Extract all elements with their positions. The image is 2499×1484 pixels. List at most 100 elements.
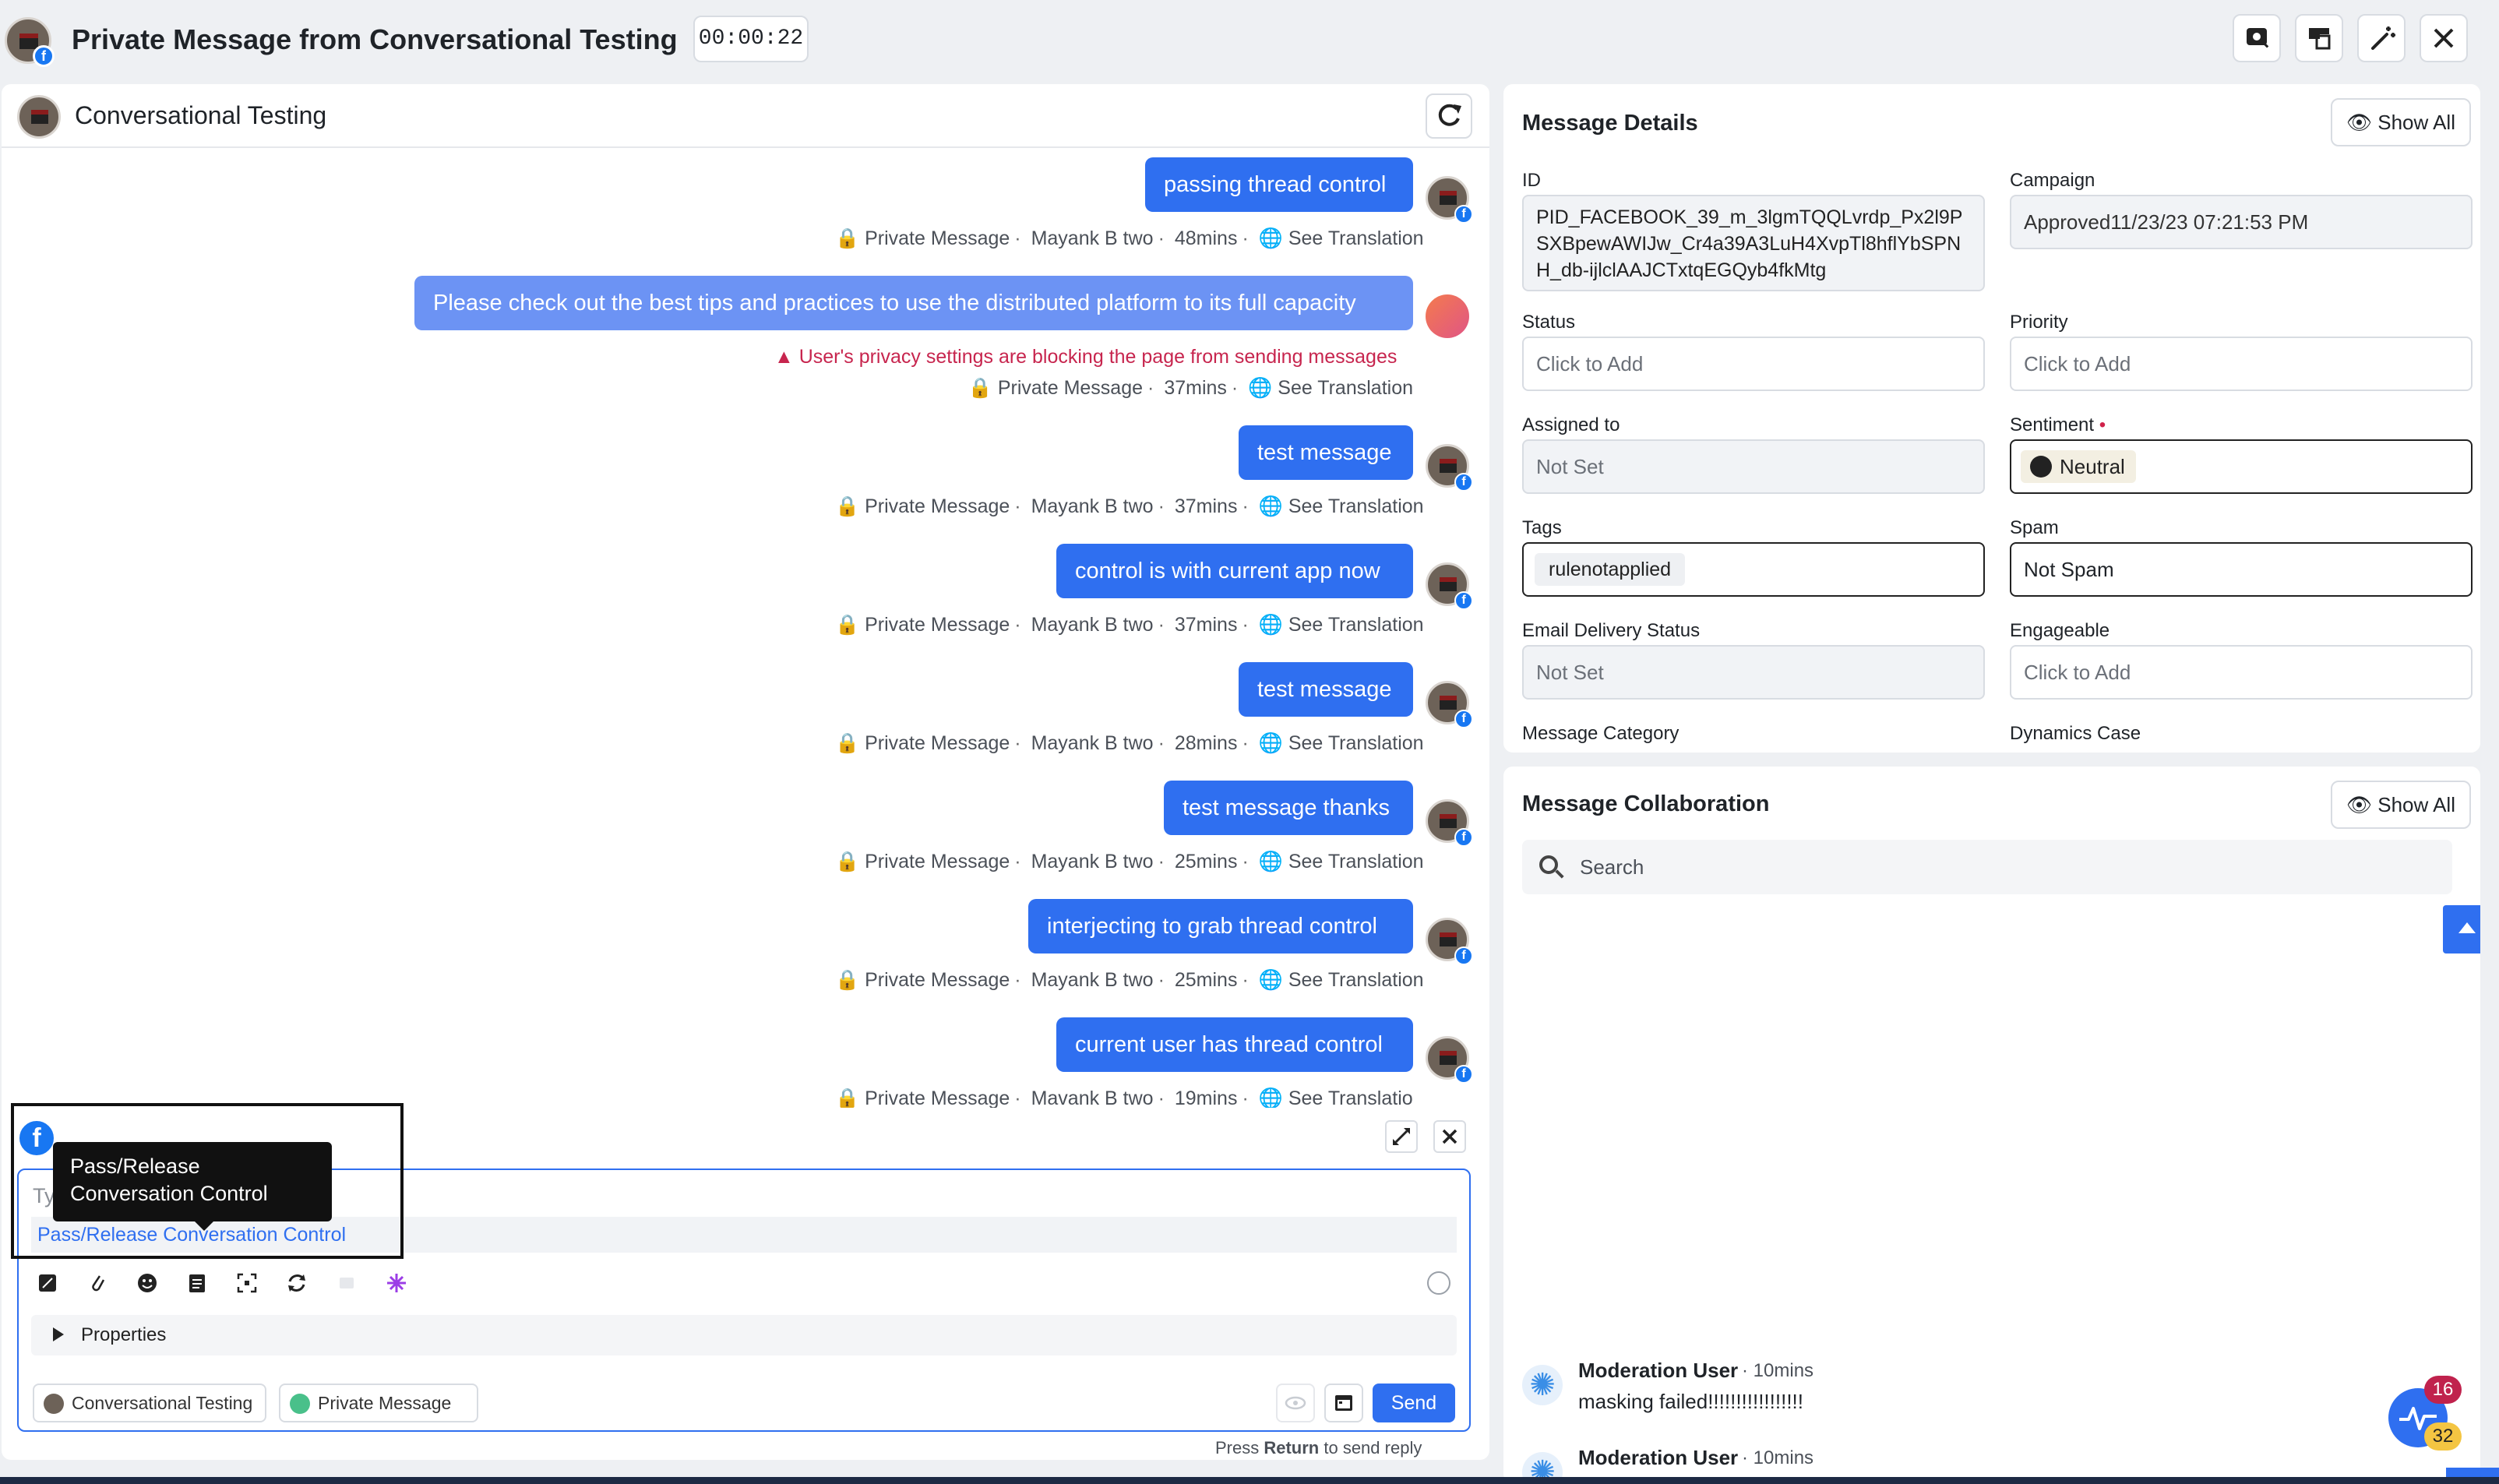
search-icon bbox=[1539, 855, 1558, 874]
see-translation-link[interactable]: See Translation bbox=[1278, 377, 1413, 399]
calendar-icon bbox=[1335, 1395, 1352, 1411]
globe-icon: 🌐 bbox=[1258, 851, 1283, 872]
message-meta: 🔒 Private Message · Mavank B two · 19mins ·… bbox=[835, 1087, 1413, 1108]
eye-icon bbox=[1285, 1396, 1306, 1410]
conversation-header: Conversational Testing bbox=[2, 84, 1489, 148]
lock-icon bbox=[290, 1394, 310, 1414]
send-button[interactable]: Send bbox=[1373, 1384, 1455, 1422]
eye-icon: 👁 bbox=[2346, 793, 2373, 816]
priority-label: Priority bbox=[2010, 312, 2068, 333]
moderation-user-avatar bbox=[1522, 1365, 1563, 1405]
see-translation-link[interactable]: See Translation bbox=[1288, 1087, 1413, 1108]
message-meta: 🔒 Private Message · Mayank B two · 28mins ·… bbox=[835, 732, 1424, 754]
magic-wand-button[interactable] bbox=[2357, 14, 2406, 62]
scroll-up-button[interactable] bbox=[2443, 905, 2480, 953]
close-window-button[interactable] bbox=[2420, 14, 2468, 62]
message-id-value: PID_FACEBOOK_39_m_3lgmTQQLvrdp_Px2l9PSXB… bbox=[1522, 195, 1985, 291]
refresh-icon bbox=[1438, 104, 1461, 126]
ai-sparkle-icon[interactable] bbox=[383, 1270, 410, 1296]
status-label: Status bbox=[1522, 312, 1576, 333]
reply-assist-button[interactable] bbox=[2233, 14, 2281, 62]
schedule-button[interactable] bbox=[1324, 1384, 1363, 1422]
message-category-label: Message Category bbox=[1522, 723, 1680, 744]
sender-avatar: f bbox=[1426, 176, 1473, 224]
collaboration-show-all-button[interactable]: 👁 Show All bbox=[2331, 781, 2471, 829]
message-bubble[interactable]: control is with current app now bbox=[1056, 544, 1413, 598]
paperclip-icon[interactable] bbox=[84, 1270, 111, 1296]
facebook-icon: f bbox=[1454, 473, 1473, 492]
character-count-ring bbox=[1427, 1271, 1450, 1295]
sentiment-field[interactable]: Neutral bbox=[2010, 439, 2473, 494]
split-view-icon bbox=[2309, 28, 2331, 50]
message-collaboration-panel: Message Collaboration 👁 Show All Search … bbox=[1503, 767, 2480, 1483]
see-translation-link[interactable]: See Translation bbox=[1288, 732, 1424, 754]
sender-avatar: f bbox=[1426, 918, 1473, 965]
lock-icon: 🔒 bbox=[835, 851, 860, 872]
message-bubble[interactable]: passing thread control bbox=[1145, 157, 1413, 212]
account-chip[interactable]: Conversational Testing bbox=[33, 1384, 266, 1422]
collaboration-title: Message Collaboration bbox=[1522, 791, 1770, 816]
lock-icon: 🔒 bbox=[835, 227, 860, 249]
expand-icon bbox=[1393, 1128, 1410, 1145]
message-type-chip[interactable]: Private Message bbox=[279, 1384, 478, 1422]
campaign-field[interactable]: Approved11/23/23 07:21:53 PM bbox=[2010, 195, 2473, 249]
split-view-button[interactable] bbox=[2295, 14, 2343, 62]
sender-avatar: f bbox=[1426, 444, 1473, 492]
email-delivery-label: Email Delivery Status bbox=[1522, 620, 1701, 641]
preview-button[interactable] bbox=[1276, 1384, 1315, 1422]
tags-field[interactable]: rulenotapplied bbox=[1522, 542, 1985, 597]
sender-avatar: f bbox=[1426, 1036, 1473, 1084]
tags-label: Tags bbox=[1522, 517, 1562, 538]
see-translation-link[interactable]: See Translation bbox=[1288, 614, 1424, 636]
assigned-field[interactable]: Not Set bbox=[1522, 439, 1985, 494]
engageable-label: Engageable bbox=[2010, 620, 2110, 641]
collaboration-search[interactable]: Search bbox=[1522, 840, 2452, 894]
sender-avatar: f bbox=[1426, 562, 1473, 610]
engageable-field[interactable]: Click to Add bbox=[2010, 645, 2473, 700]
message-bubble[interactable]: current user has thread control bbox=[1056, 1017, 1413, 1072]
send-hint: Press Return to send reply bbox=[1215, 1438, 1422, 1458]
search-input[interactable]: Search bbox=[1580, 855, 1644, 879]
see-translation-link[interactable]: See Translation bbox=[1288, 969, 1424, 991]
email-delivery-field[interactable]: Not Set bbox=[1522, 645, 1985, 700]
message-meta: 🔒 Private Message · Mayank B two · 37mins ·… bbox=[835, 614, 1424, 636]
facebook-icon: f bbox=[1454, 591, 1473, 610]
properties-toggle[interactable]: Properties bbox=[31, 1315, 1457, 1355]
eye-icon: 👁 bbox=[2346, 111, 2373, 134]
sentiment-label: Sentiment • bbox=[2010, 414, 2106, 435]
message-bubble[interactable]: test message bbox=[1239, 662, 1413, 717]
facebook-icon: f bbox=[1454, 1065, 1473, 1084]
dynamics-case-label: Dynamics Case bbox=[2010, 723, 2141, 744]
priority-field[interactable]: Click to Add bbox=[2010, 337, 2473, 391]
see-translation-link[interactable]: See Translation bbox=[1288, 227, 1424, 249]
capture-icon[interactable] bbox=[234, 1270, 260, 1296]
neutral-face-icon bbox=[2030, 456, 2052, 478]
spam-field[interactable]: Not Spam bbox=[2010, 542, 2473, 597]
pass-release-control-icon[interactable] bbox=[284, 1270, 310, 1296]
message-details-panel: Message Details 👁 Show All ID PID_FACEBO… bbox=[1503, 84, 2480, 753]
facebook-icon: f bbox=[1454, 946, 1473, 965]
globe-icon: 🌐 bbox=[1258, 969, 1283, 991]
assigned-label: Assigned to bbox=[1522, 414, 1620, 435]
privacy-warning: ▲ User's privacy settings are blocking t… bbox=[774, 346, 1398, 368]
emoji-icon[interactable] bbox=[134, 1270, 160, 1296]
see-translation-link[interactable]: See Translation bbox=[1288, 851, 1424, 872]
message-bubble[interactable]: test message bbox=[1239, 425, 1413, 480]
template-icon[interactable] bbox=[184, 1270, 210, 1296]
status-field[interactable]: Click to Add bbox=[1522, 337, 1985, 391]
chat-search-icon bbox=[2247, 28, 2269, 48]
collab-note-text: masking failed!!!!!!!!!!!!!!!!! bbox=[1578, 1390, 1803, 1413]
campaign-label: Campaign bbox=[2010, 170, 2095, 191]
see-translation-link[interactable]: See Translation bbox=[1288, 495, 1424, 517]
message-bubble[interactable]: interjecting to grab thread control bbox=[1028, 899, 1413, 953]
message-bubble[interactable]: Please check out the best tips and pract… bbox=[414, 276, 1413, 330]
expand-composer-button[interactable] bbox=[1385, 1120, 1418, 1153]
close-composer-button[interactable] bbox=[1433, 1120, 1466, 1153]
message-bubble[interactable]: test message thanks bbox=[1164, 781, 1413, 835]
refresh-button[interactable] bbox=[1426, 93, 1472, 139]
spam-label: Spam bbox=[2010, 517, 2059, 538]
warning-icon: ▲ bbox=[774, 346, 794, 368]
details-show-all-button[interactable]: 👁 Show All bbox=[2331, 98, 2471, 146]
attachment-media-icon[interactable] bbox=[34, 1270, 61, 1296]
tag-chip[interactable]: rulenotapplied bbox=[1535, 553, 1686, 586]
